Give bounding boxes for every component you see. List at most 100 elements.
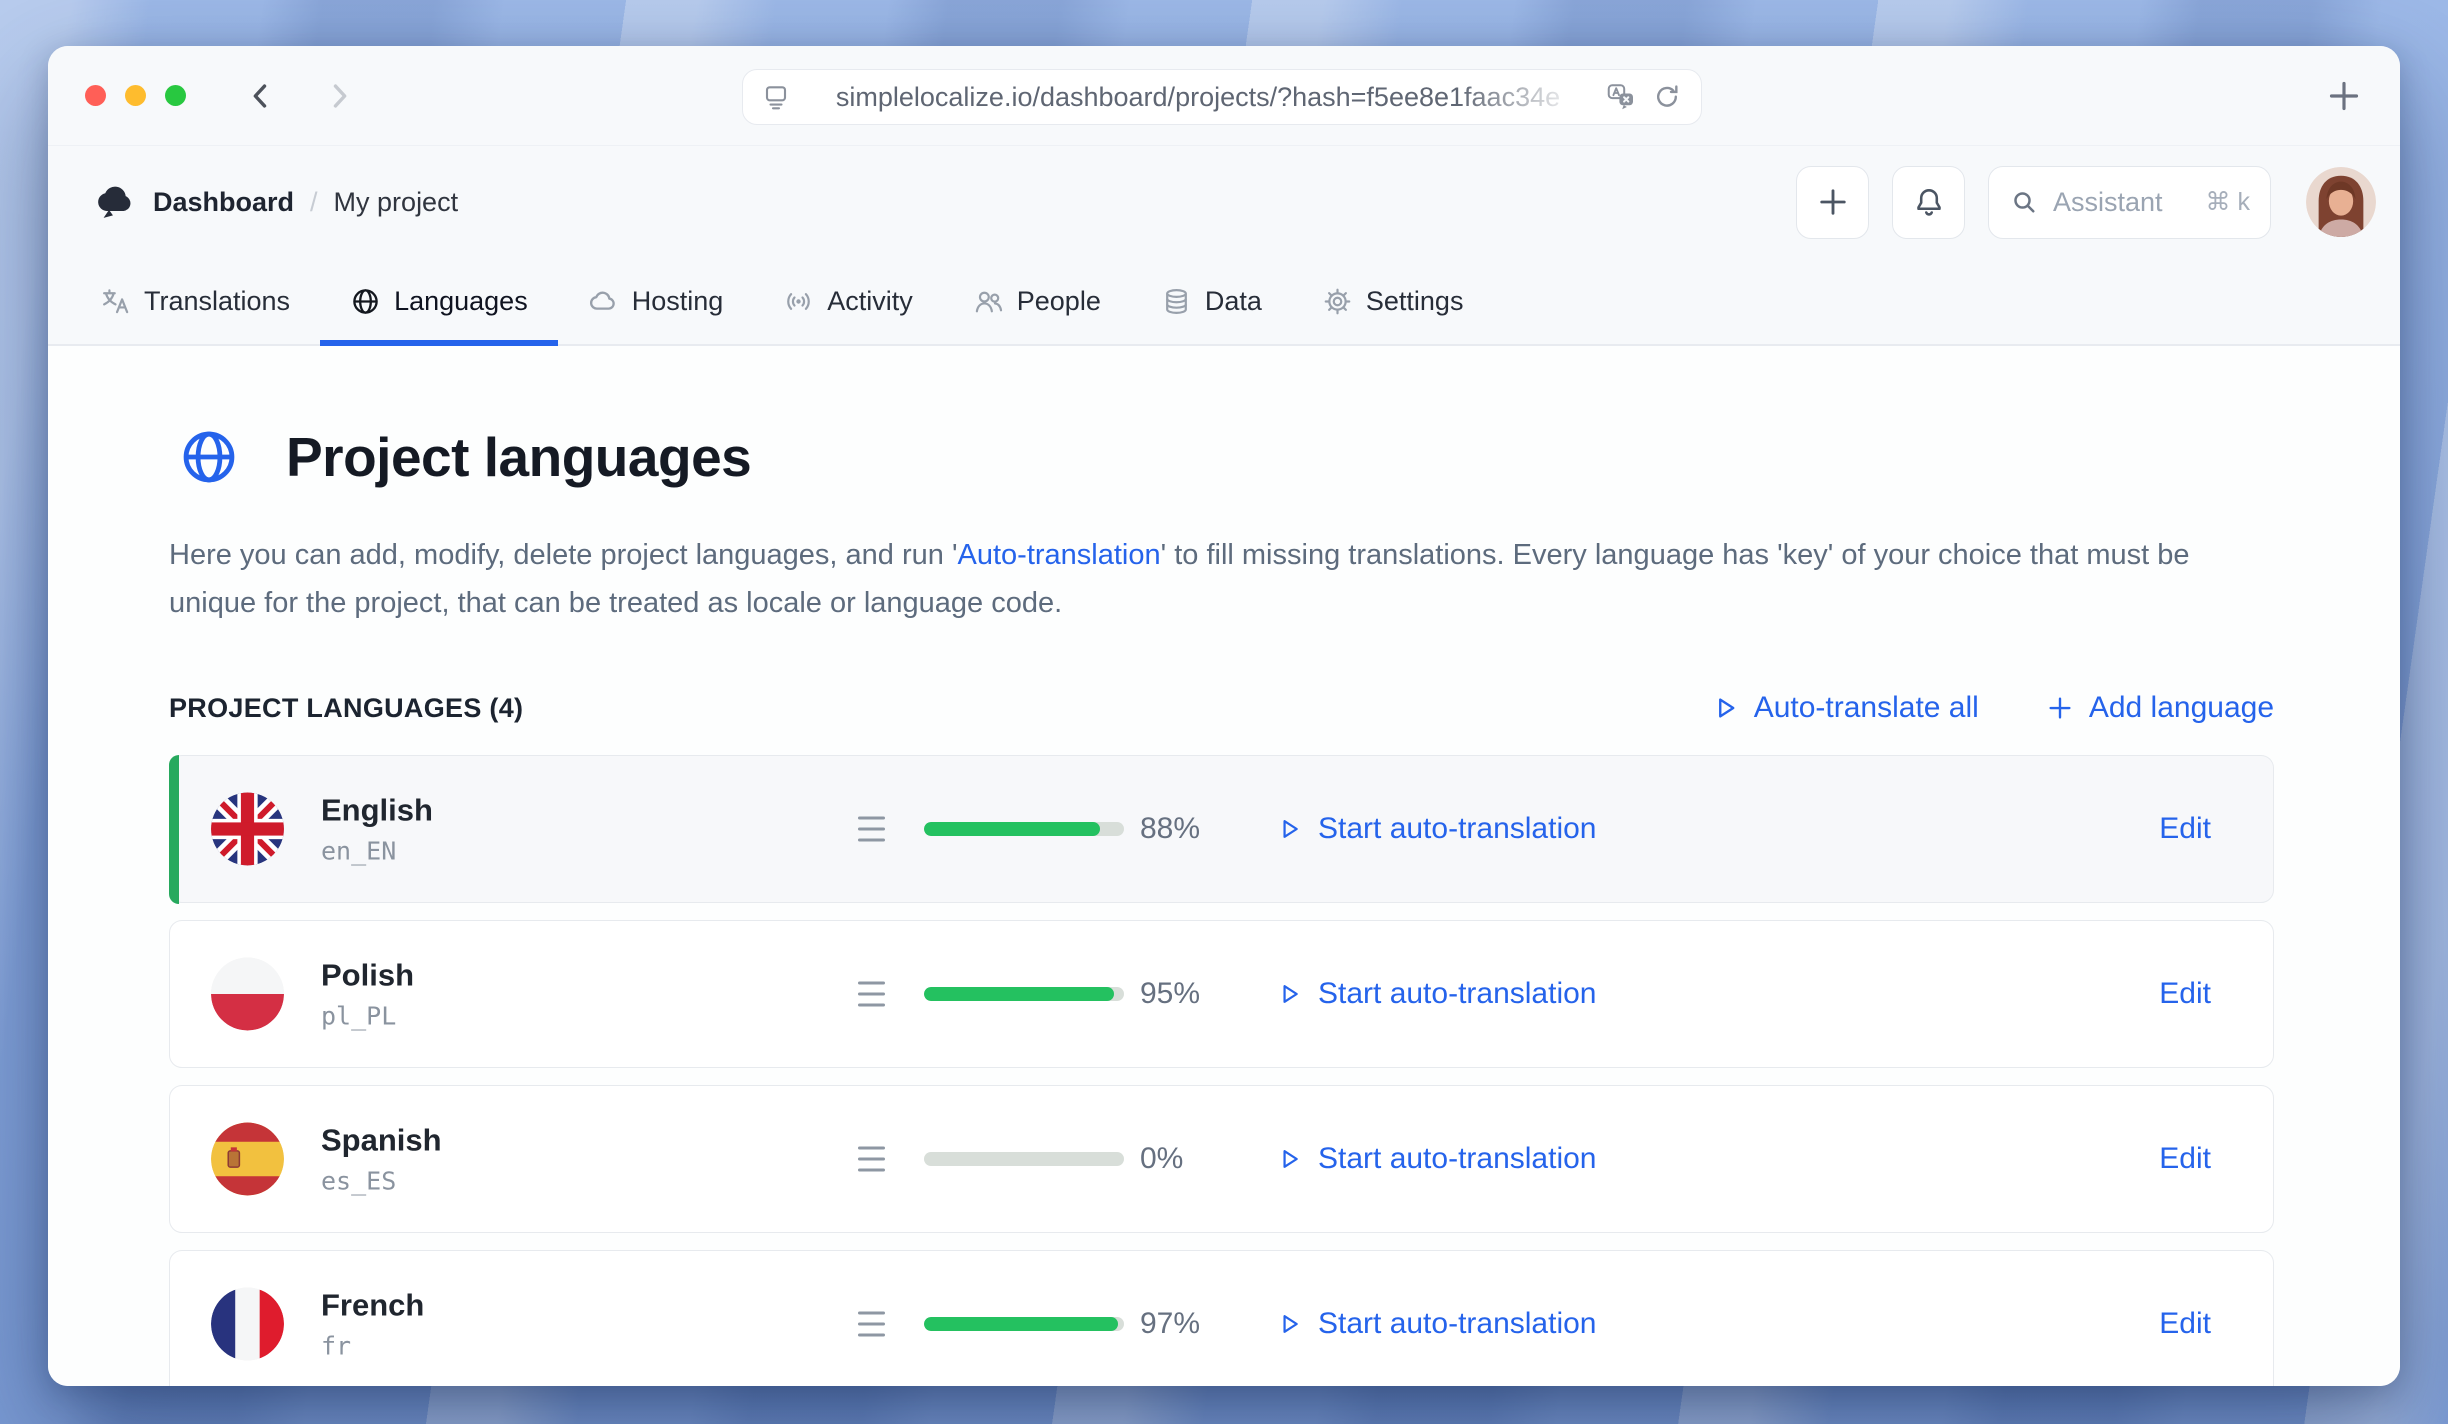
drag-handle[interactable] [858,817,885,842]
gear-icon [1322,286,1353,317]
play-icon [1275,1145,1303,1173]
assistant-search-input[interactable] [2053,187,2173,218]
tab-data[interactable]: Data [1161,258,1262,344]
nav-arrows [244,79,356,113]
start-auto-translation-button[interactable]: Start auto-translation [1275,1142,1596,1176]
play-icon [1275,980,1303,1008]
breadcrumb-dashboard[interactable]: Dashboard [153,187,294,218]
language-key: fr [321,1332,424,1361]
traffic-lights [85,85,186,106]
auto-translation-link[interactable]: Auto-translation [958,539,1161,571]
breadcrumb-project[interactable]: My project [334,187,459,218]
minimize-window-button[interactable] [125,85,146,106]
globe-icon [350,286,381,317]
people-icon [973,286,1004,317]
assistant-search[interactable]: ⌘ k [1988,166,2271,239]
edit-button[interactable]: Edit [2159,812,2211,846]
play-icon [1275,815,1303,843]
address-bar[interactable]: simplelocalize.io/dashboard/projects/?ha… [742,69,1702,125]
language-name: French [321,1288,424,1324]
progress-percent: 97% [1140,1307,1200,1341]
language-key: en_EN [321,837,433,866]
browser-window: simplelocalize.io/dashboard/projects/?ha… [48,46,2400,1386]
address-bar-icons [1605,81,1683,113]
auto-translate-all-label: Auto-translate all [1754,691,1979,725]
broadcast-icon [783,286,814,317]
page-description: Here you can add, modify, delete project… [169,531,2254,627]
language-names: Polish pl_PL [321,958,414,1031]
fr-flag-icon [211,1288,284,1361]
progress-bar [924,822,1124,836]
start-auto-translation-button[interactable]: Start auto-translation [1275,1307,1596,1341]
add-button[interactable] [1796,166,1869,239]
page-settings-icon[interactable] [761,82,791,112]
new-tab-button[interactable] [2324,76,2364,116]
tab-settings[interactable]: Settings [1322,258,1464,344]
edit-button[interactable]: Edit [2159,1307,2211,1341]
progress-bar [924,987,1124,1001]
drag-handle[interactable] [858,1147,885,1172]
language-list: English en_EN 88% Start auto-translation… [169,755,2274,1386]
start-auto-translation-button[interactable]: Start auto-translation [1275,812,1596,846]
page-title-row: Project languages [169,425,2274,489]
section-actions: Auto-translate all Add language [1710,691,2274,725]
tab-activity[interactable]: Activity [783,258,913,344]
language-row-fr: French fr 97% Start auto-translation Edi… [169,1250,2274,1386]
tab-languages[interactable]: Languages [350,258,528,344]
es-flag-icon [211,1123,284,1196]
app-header: Dashboard / My project ⌘ k [48,146,2400,258]
language-name: Spanish [321,1123,442,1159]
header-actions: ⌘ k [1796,166,2376,239]
auto-translate-all-button[interactable]: Auto-translate all [1710,691,1979,725]
breadcrumb: Dashboard / My project [153,187,458,218]
tab-people[interactable]: People [973,258,1101,344]
pl-flag-icon [211,958,284,1031]
browser-toolbar: simplelocalize.io/dashboard/projects/?ha… [48,46,2400,146]
tab-translations[interactable]: Translations [100,258,290,344]
search-icon [2009,187,2039,217]
start-auto-translation-button[interactable]: Start auto-translation [1275,977,1596,1011]
language-row-es_ES: Spanish es_ES 0% Start auto-translation … [169,1085,2274,1233]
language-key: es_ES [321,1167,442,1196]
database-icon [1161,286,1192,317]
progress-percent: 88% [1140,812,1200,846]
page-content: Project languages Here you can add, modi… [48,346,2400,1386]
translate-icon[interactable] [1605,81,1637,113]
bell-icon [1911,184,1947,220]
zoom-window-button[interactable] [165,85,186,106]
project-tabs: Translations Languages Hosting Activity … [48,258,2400,346]
plus-icon [1815,184,1851,220]
progress-bar [924,1317,1124,1331]
section-header: PROJECT LANGUAGES (4) Auto-translate all… [169,691,2274,725]
section-heading: PROJECT LANGUAGES (4) [169,693,523,724]
edit-button[interactable]: Edit [2159,1142,2211,1176]
reload-icon[interactable] [1651,81,1683,113]
simplelocalize-logo[interactable] [89,177,139,227]
language-name: Polish [321,958,414,994]
shortcut-hint: ⌘ k [2206,187,2250,217]
user-avatar[interactable] [2306,167,2376,237]
cloud-icon [588,286,619,317]
breadcrumb-separator: / [310,187,318,218]
forward-button[interactable] [322,79,356,113]
language-name: English [321,793,433,829]
gb-flag-icon [211,793,284,866]
back-button[interactable] [244,79,278,113]
description-text: Here you can add, modify, delete project… [169,539,958,571]
language-row-en_EN: English en_EN 88% Start auto-translation… [169,755,2274,903]
play-icon [1710,693,1740,723]
language-names: Spanish es_ES [321,1123,442,1196]
edit-button[interactable]: Edit [2159,977,2211,1011]
progress-bar [924,1152,1124,1166]
url-text[interactable]: simplelocalize.io/dashboard/projects/?ha… [791,82,1605,113]
add-language-button[interactable]: Add language [2045,691,2274,725]
tab-hosting[interactable]: Hosting [588,258,724,344]
close-window-button[interactable] [85,85,106,106]
notifications-button[interactable] [1892,166,1965,239]
language-names: English en_EN [321,793,433,866]
play-icon [1275,1310,1303,1338]
language-row-pl_PL: Polish pl_PL 95% Start auto-translation … [169,920,2274,1068]
drag-handle[interactable] [858,1312,885,1337]
drag-handle[interactable] [858,982,885,1007]
progress-percent: 95% [1140,977,1200,1011]
